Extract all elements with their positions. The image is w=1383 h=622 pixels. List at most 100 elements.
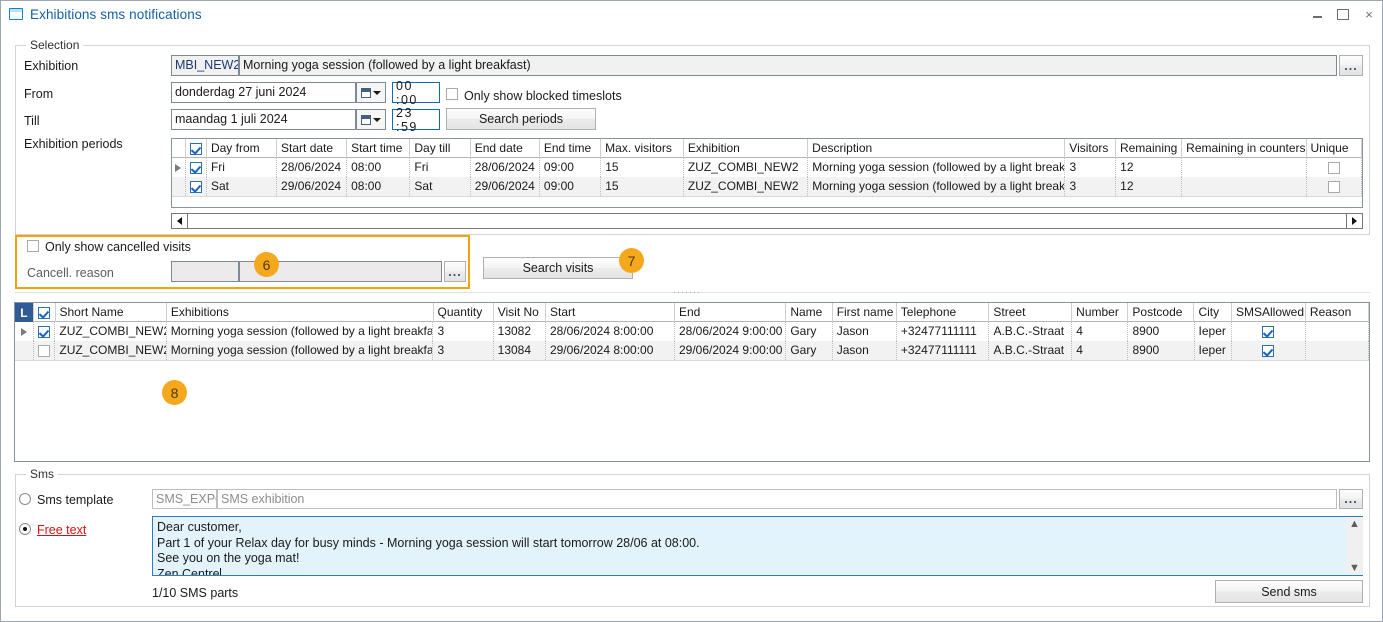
- visits-col-city[interactable]: City: [1194, 303, 1232, 322]
- row-checkbox-cell[interactable]: [186, 158, 207, 177]
- scroll-down-button[interactable]: ▼: [1349, 561, 1360, 575]
- visits-col-l[interactable]: L: [15, 303, 34, 322]
- sms-allowed-checkbox[interactable]: [1262, 345, 1274, 357]
- till-time-field[interactable]: 23 :59: [392, 109, 440, 130]
- periods-col-start-date[interactable]: Start date: [277, 139, 347, 158]
- scroll-up-button[interactable]: ▲: [1349, 517, 1360, 531]
- exhibition-periods-grid[interactable]: Day from Start date Start time Day till …: [171, 138, 1363, 208]
- periods-col-end-date[interactable]: End date: [471, 139, 540, 158]
- visits-col-number[interactable]: Number: [1072, 303, 1128, 322]
- sms-template-browse-button[interactable]: ...: [1339, 489, 1363, 509]
- row-checkbox-cell[interactable]: [186, 177, 207, 196]
- free-text-textarea[interactable]: Dear customer, Part 1 of your Relax day …: [152, 516, 1363, 576]
- visits-select-all-header[interactable]: [34, 303, 56, 322]
- maximize-button[interactable]: [1330, 3, 1356, 25]
- free-text-radio[interactable]: [19, 523, 31, 535]
- from-time-field[interactable]: 00 :00: [392, 82, 440, 103]
- row-checkbox-cell[interactable]: [34, 322, 56, 341]
- visits-col-visit-no[interactable]: Visit No: [494, 303, 546, 322]
- table-row[interactable]: ZUZ_COMBI_NEW2 Morning yoga session (fol…: [15, 322, 1369, 341]
- periods-col-remaining[interactable]: Remaining: [1116, 139, 1182, 158]
- exhibition-code-field[interactable]: MBI_NEW2: [171, 55, 239, 76]
- row-checkbox[interactable]: [38, 326, 50, 338]
- visits-col-exhibitions[interactable]: Exhibitions: [167, 303, 434, 322]
- calendar-icon: [361, 88, 371, 98]
- select-all-checkbox[interactable]: [190, 143, 202, 155]
- search-visits-button[interactable]: Search visits: [483, 257, 633, 279]
- visits-col-sms-allowed[interactable]: SMSAllowed: [1232, 303, 1306, 322]
- minimize-button[interactable]: [1304, 3, 1330, 25]
- table-row[interactable]: Sat 29/06/2024 08:00 Sat 29/06/2024 09:0…: [172, 177, 1362, 196]
- exhibition-name-field[interactable]: Morning yoga session (followed by a ligh…: [239, 55, 1337, 76]
- close-button[interactable]: ×: [1356, 3, 1382, 25]
- sms-template-code-field[interactable]: SMS_EXPO: [152, 489, 217, 509]
- search-periods-button[interactable]: Search periods: [446, 108, 596, 130]
- cell-description: Morning yoga session (followed by a ligh…: [808, 158, 1065, 177]
- free-text-scrollbar[interactable]: ▲ ▼: [1346, 517, 1363, 575]
- periods-select-all-header[interactable]: [186, 139, 207, 158]
- visits-col-quantity[interactable]: Quantity: [434, 303, 494, 322]
- visits-grid[interactable]: L Short Name Exhibitions Quantity Visit …: [14, 302, 1370, 462]
- table-row[interactable]: ZUZ_COMBI_NEW2 Morning yoga session (fol…: [15, 341, 1369, 360]
- cancellation-reason-code-field[interactable]: [171, 261, 239, 282]
- periods-col-max-visitors[interactable]: Max. visitors: [601, 139, 684, 158]
- sms-allowed-checkbox[interactable]: [1262, 326, 1274, 338]
- row-checkbox[interactable]: [190, 162, 202, 174]
- periods-col-exhibition[interactable]: Exhibition: [684, 139, 808, 158]
- visits-col-street[interactable]: Street: [989, 303, 1072, 322]
- periods-col-day-from[interactable]: Day from: [207, 139, 277, 158]
- visits-col-start[interactable]: Start: [546, 303, 675, 322]
- periods-horizontal-scrollbar[interactable]: [171, 213, 1363, 229]
- visits-col-first-name[interactable]: First name: [833, 303, 897, 322]
- cell-street: A.B.C.-Straat: [989, 322, 1072, 341]
- unique-checkbox[interactable]: [1328, 162, 1340, 174]
- periods-col-visitors[interactable]: Visitors: [1065, 139, 1116, 158]
- cell-short-name: ZUZ_COMBI_NEW2: [55, 341, 166, 360]
- periods-col-remaining-counters[interactable]: Remaining in counters: [1182, 139, 1306, 158]
- periods-col-description[interactable]: Description: [808, 139, 1065, 158]
- scroll-right-button[interactable]: [1346, 214, 1362, 228]
- free-text-label[interactable]: Free text: [37, 523, 86, 537]
- cancellation-reason-browse-button[interactable]: ...: [444, 261, 466, 282]
- row-checkbox-cell[interactable]: [34, 341, 56, 360]
- visits-col-postcode[interactable]: Postcode: [1128, 303, 1194, 322]
- row-checkbox[interactable]: [38, 345, 50, 357]
- cell-visit-no: 13082: [494, 322, 546, 341]
- visits-col-reason[interactable]: Reason: [1306, 303, 1369, 322]
- only-cancelled-visits-checkbox[interactable]: [27, 240, 39, 252]
- periods-col-start-time[interactable]: Start time: [347, 139, 410, 158]
- row-checkbox[interactable]: [190, 181, 202, 193]
- scroll-left-button[interactable]: [172, 214, 188, 228]
- periods-col-unique[interactable]: Unique: [1307, 139, 1363, 158]
- select-all-checkbox[interactable]: [38, 307, 50, 319]
- only-blocked-timeslots-checkbox[interactable]: [446, 88, 458, 100]
- till-date-picker-button[interactable]: [356, 109, 386, 130]
- table-row[interactable]: Fri 28/06/2024 08:00 Fri 28/06/2024 09:0…: [172, 158, 1362, 177]
- visits-col-telephone[interactable]: Telephone: [897, 303, 990, 322]
- till-date-field[interactable]: maandag 1 juli 2024: [171, 109, 356, 130]
- cell-unique[interactable]: [1307, 177, 1362, 196]
- splitter-grip[interactable]: ·······: [673, 287, 701, 297]
- unique-checkbox[interactable]: [1328, 181, 1340, 193]
- sms-template-radio[interactable]: [19, 493, 31, 505]
- exhibition-browse-button[interactable]: ...: [1339, 55, 1363, 76]
- sms-template-name-field[interactable]: SMS exhibition: [217, 489, 1337, 509]
- periods-grid-header: Day from Start date Start time Day till …: [172, 139, 1362, 158]
- grid-row-divider: [172, 196, 1362, 197]
- cell-reason: [1306, 341, 1369, 360]
- visits-col-short-name[interactable]: Short Name: [56, 303, 167, 322]
- visits-col-end[interactable]: End: [675, 303, 786, 322]
- cell-unique[interactable]: [1307, 158, 1362, 177]
- cell-first-name: Jason: [833, 322, 897, 341]
- cell-sms-allowed[interactable]: [1232, 341, 1306, 360]
- cell-sms-allowed[interactable]: [1232, 322, 1306, 341]
- visits-col-name[interactable]: Name: [786, 303, 832, 322]
- cell-street: A.B.C.-Straat: [989, 341, 1072, 360]
- from-date-field[interactable]: donderdag 27 juni 2024: [171, 82, 356, 103]
- periods-col-end-time[interactable]: End time: [540, 139, 601, 158]
- step-badge-8: 8: [162, 380, 187, 405]
- sms-template-label: Sms template: [37, 493, 113, 507]
- periods-col-day-till[interactable]: Day till: [410, 139, 470, 158]
- from-date-picker-button[interactable]: [356, 82, 386, 103]
- send-sms-button[interactable]: Send sms: [1215, 580, 1363, 603]
